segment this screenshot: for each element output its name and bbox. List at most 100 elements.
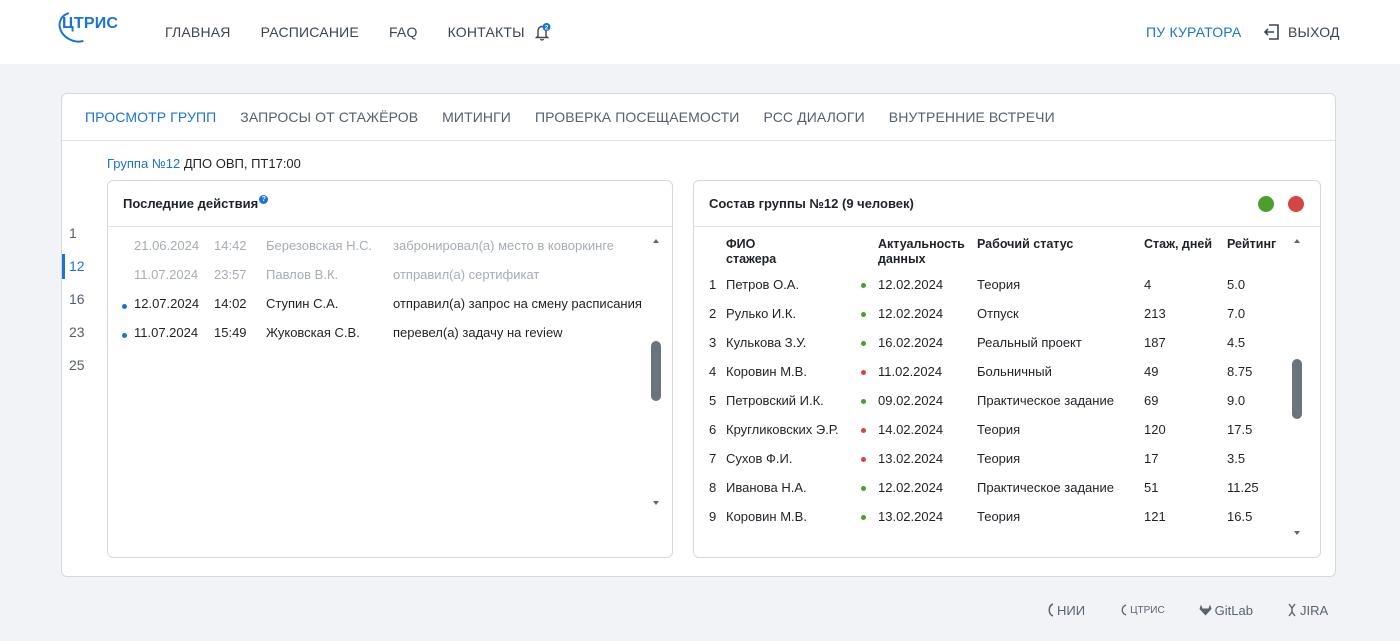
group-number-item-active[interactable]: 12 (62, 254, 102, 288)
work-status: Практическое задание (977, 393, 1114, 408)
data-date: 09.02.2024 (878, 393, 944, 408)
table-row[interactable]: 8 Иванова Н.А. 12.02.2024 Практическое зада… (694, 477, 1294, 506)
gitlab-logo-text: GitLab (1214, 602, 1253, 618)
data-date: 12.02.2024 (878, 480, 944, 495)
group-number-item[interactable]: 23 (62, 321, 102, 354)
data-date: 14.02.2024 (878, 422, 944, 437)
red-status-icon[interactable] (1288, 196, 1304, 212)
logo-ring-icon (53, 5, 99, 49)
nav-main[interactable]: ГЛАВНАЯ (165, 24, 231, 40)
col-header-name[interactable]: ФИО стажера (726, 237, 776, 267)
table-row[interactable]: 7 Сухов Ф.И. 13.02.2024 Теория 17 3.5 (694, 448, 1294, 477)
brand-logo[interactable]: ЦТРИС (53, 5, 118, 49)
ctris-logo[interactable]: ЦТРИС (1119, 603, 1165, 617)
list-item[interactable]: 11.07.2024 23:57 Павлов В.К. отправил(а) се… (108, 264, 648, 293)
jira-logo[interactable]: JIRA (1287, 603, 1328, 618)
nav-faq[interactable]: FAQ (389, 24, 418, 40)
row-number: 3 (709, 335, 717, 350)
action-author: Жуковская С.В. (266, 325, 360, 340)
group-link[interactable]: Группа №12 (107, 156, 180, 171)
action-author: Березовская Н.С. (266, 238, 373, 253)
row-number: 6 (709, 422, 717, 437)
action-text: отправил(а) запрос на смену расписания (393, 296, 642, 311)
curator-panel-link[interactable]: ПУ КУРАТОРА (1146, 24, 1241, 40)
group-number-item[interactable]: 25 (62, 354, 102, 387)
list-item[interactable]: 12.07.2024 14:02 Ступин С.А. отправил(а) за… (108, 293, 648, 322)
scroll-down-icon[interactable] (653, 501, 659, 505)
green-status-icon[interactable] (1258, 196, 1274, 212)
tab-meetings[interactable]: МИТИНГИ (442, 94, 511, 140)
nii-arc-icon (1048, 603, 1054, 617)
intern-name[interactable]: Сухов Ф.И. (726, 451, 792, 466)
ctris-logo-text: ЦТРИС (1130, 604, 1165, 616)
scroll-thumb[interactable] (651, 341, 661, 401)
table-row[interactable]: 3 Кулькова З.У. 16.02.2024 Реальный проект 1… (694, 332, 1294, 361)
gitlab-fox-icon (1199, 604, 1212, 616)
intern-name[interactable]: Рулько И.К. (726, 306, 796, 321)
rating: 9.0 (1227, 393, 1246, 408)
scroll-up-icon[interactable] (1294, 239, 1300, 243)
action-text: забронировал(а) место в коворкинге (393, 238, 615, 253)
table-row[interactable]: 1 Петров О.А. 12.02.2024 Теория 4 5.0 (694, 274, 1294, 303)
main-nav: ГЛАВНАЯ РАСПИСАНИЕ FAQ КОНТАКТЫ (165, 24, 555, 40)
stage-days: 120 (1144, 422, 1166, 437)
jira-logo-text: JIRA (1299, 602, 1329, 618)
scroll-down-icon[interactable] (1294, 531, 1300, 535)
action-time: 15:49 (214, 325, 247, 340)
data-date: 13.02.2024 (878, 509, 944, 524)
data-date: 13.02.2024 (878, 451, 944, 466)
logout-label: ВЫХОД (1288, 24, 1340, 40)
unread-dot-icon (122, 304, 127, 309)
intern-name[interactable]: Петровский И.К. (726, 393, 824, 408)
freshness-dot-icon (861, 457, 866, 462)
gitlab-logo[interactable]: GitLab (1199, 603, 1253, 618)
group-number-item[interactable]: 16 (62, 288, 102, 321)
jira-mark-icon (1288, 603, 1296, 617)
list-item[interactable]: 11.07.2024 15:49 Жуковская С.В. перевел(а) … (108, 322, 648, 351)
tab-intern-requests[interactable]: ЗАПРОСЫ ОТ СТАЖЁРОВ (240, 94, 418, 140)
intern-name[interactable]: Кулькова З.У. (726, 335, 806, 350)
table-row[interactable]: 6 Кругликовских Э.Р. 14.02.2024 Теория 120 17… (694, 419, 1294, 448)
table-row[interactable]: 4 Коровин М.В. 11.02.2024 Больничный 49 8.75 (694, 361, 1294, 390)
freshness-dot-icon (861, 341, 866, 346)
row-number: 5 (709, 393, 717, 408)
roster-scrollbar[interactable] (1292, 239, 1304, 535)
intern-name[interactable]: Коровин М.В. (726, 364, 807, 379)
scroll-thumb[interactable] (1292, 359, 1302, 419)
help-icon[interactable]: ? (259, 195, 269, 204)
col-header-date[interactable]: Актуальность данных (878, 237, 965, 267)
action-text: отправил(а) сертификат (393, 267, 540, 282)
table-row[interactable]: 2 Рулько И.К. 12.02.2024 Отпуск 213 7.0 (694, 303, 1294, 332)
intern-name[interactable]: Коровин М.В. (726, 509, 807, 524)
tab-groups[interactable]: ПРОСМОТР ГРУПП (85, 94, 216, 140)
col-header-stage[interactable]: Стаж, дней (1144, 237, 1212, 252)
tab-attendance[interactable]: ПРОВЕРКА ПОСЕЩАЕМОСТИ (535, 94, 740, 140)
tab-internal-meetings[interactable]: ВНУТРЕННИЕ ВСТРЕЧИ (889, 94, 1055, 140)
tab-rss-dialogs[interactable]: РСС ДИАЛОГИ (763, 94, 864, 140)
intern-name[interactable]: Кругликовских Э.Р. (726, 422, 839, 437)
row-number: 4 (709, 364, 717, 379)
scroll-up-icon[interactable] (653, 239, 659, 243)
nii-logo[interactable]: НИИ (1046, 602, 1085, 618)
nav-contacts[interactable]: КОНТАКТЫ (448, 24, 525, 40)
bell-icon[interactable]: 2 (534, 22, 552, 42)
intern-name[interactable]: Петров О.А. (726, 277, 799, 292)
action-date: 12.07.2024 (134, 296, 200, 311)
col-header-rating[interactable]: Рейтинг (1227, 237, 1276, 252)
roster-columns: ФИО стажера Актуальность данных Рабочий … (694, 237, 1294, 269)
intern-name[interactable]: Иванова Н.А. (726, 480, 807, 495)
work-status: Реальный проект (977, 335, 1082, 350)
logout-button[interactable]: ВЫХОД (1262, 22, 1340, 42)
nav-schedule[interactable]: РАСПИСАНИЕ (261, 24, 359, 40)
table-row[interactable]: 9 Коровин М.В. 13.02.2024 Теория 121 16.5 (694, 506, 1294, 535)
table-row[interactable]: 5 Петровский И.К. 09.02.2024 Практическое з… (694, 390, 1294, 419)
freshness-dot-icon (861, 486, 866, 491)
rating: 5.0 (1227, 277, 1246, 292)
data-date: 16.02.2024 (878, 335, 944, 350)
work-status: Практическое задание (977, 480, 1114, 495)
recent-actions-scrollbar[interactable] (651, 239, 663, 505)
freshness-dot-icon (861, 283, 866, 288)
col-header-status[interactable]: Рабочий статус (977, 237, 1073, 252)
group-number-item[interactable]: 1 (62, 222, 102, 255)
list-item[interactable]: 21.06.2024 14:42 Березовская Н.С. заброниро… (108, 235, 648, 264)
